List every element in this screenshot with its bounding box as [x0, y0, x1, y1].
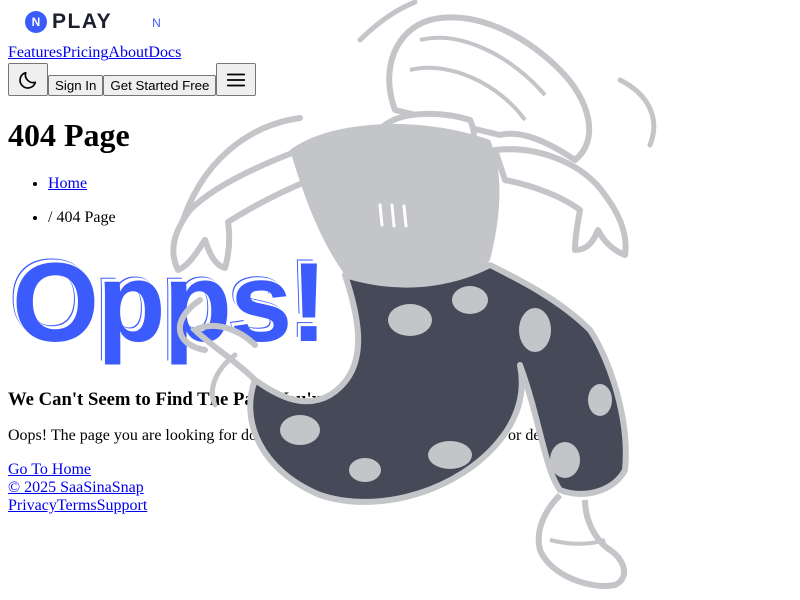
nav-link-pricing[interactable]: Pricing — [62, 44, 108, 61]
copyright-link[interactable]: © 2025 SaaSinaSnap — [8, 479, 792, 497]
logo-text: PLAY — [52, 10, 113, 33]
header-logo[interactable]: N PLAY N — [8, 0, 792, 44]
moon-icon — [19, 71, 37, 89]
footer-link-support[interactable]: Support — [97, 497, 148, 514]
page-title: 404 Page — [8, 117, 130, 153]
menu-button[interactable] — [216, 63, 257, 96]
nav-link-about[interactable]: About — [108, 44, 148, 61]
footer-link-terms[interactable]: Terms — [57, 497, 97, 514]
page: N PLAY N FeaturesPricingAboutDocs Sign I… — [0, 0, 800, 600]
nav-link-features[interactable]: Features — [8, 44, 62, 61]
logo-icon: N — [25, 11, 47, 33]
get-started-button[interactable]: Get Started Free — [103, 75, 217, 96]
sign-in-button[interactable]: Sign In — [48, 75, 104, 96]
go-home-link[interactable]: Go To Home — [8, 461, 792, 479]
theme-toggle-button[interactable] — [8, 63, 48, 96]
footer-links: PrivacyTermsSupport — [8, 497, 792, 515]
error-message: Oops! The page you are looking for does … — [8, 427, 576, 444]
breadcrumb: Home / 404 Page — [8, 175, 792, 227]
nav-actions: Sign In Get Started Free — [8, 63, 792, 96]
nav-link-docs[interactable]: Docs — [148, 44, 181, 61]
main-content: N PLAY N FeaturesPricingAboutDocs Sign I… — [0, 0, 800, 515]
logo-small-icon: N — [152, 16, 161, 30]
oops-heading: Opps! — [12, 240, 328, 365]
footer-link-privacy[interactable]: Privacy — [8, 497, 57, 514]
hamburger-menu-icon — [227, 73, 246, 86]
breadcrumb-item-home: Home — [48, 175, 792, 193]
breadcrumb-home-link[interactable]: Home — [48, 175, 87, 192]
nav-links: FeaturesPricingAboutDocs — [8, 44, 792, 62]
breadcrumb-item-current: / 404 Page — [48, 209, 792, 227]
error-headline: We Can't Seem to Find The Page You're Lo… — [8, 389, 433, 410]
